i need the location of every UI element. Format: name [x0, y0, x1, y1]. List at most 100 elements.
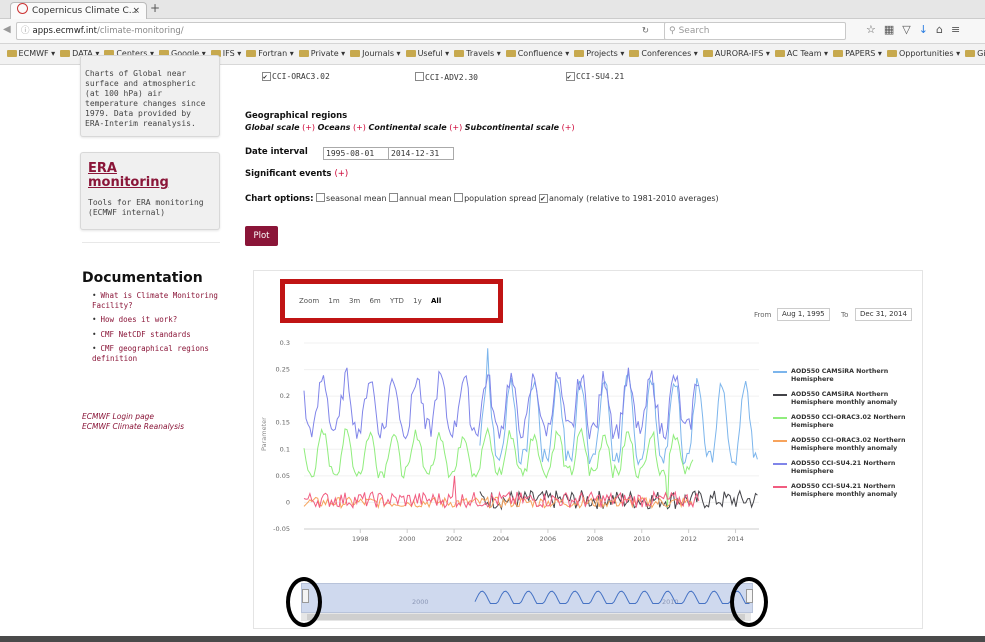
doc-link-regions-definition[interactable]: • CMF geographical regions definition [92, 344, 222, 363]
scrollbar-thumb[interactable] [307, 614, 745, 620]
bookmark-folder[interactable]: Git ▾ [965, 44, 985, 64]
era-monitoring-card[interactable]: ERA monitoring Tools for ERA monitoring … [80, 152, 220, 230]
doc-link-how-it-works[interactable]: • How does it work? [92, 315, 222, 325]
dataset-adv[interactable]: CCI-ADV2.30 [415, 72, 478, 82]
folder-icon [629, 50, 640, 57]
geo-continental-scale[interactable]: Continental scale [368, 123, 446, 132]
url-field[interactable]: ⓘ apps.ecmwf.int/climate-monitoring/ ↻ [16, 22, 678, 40]
legend-item[interactable]: AOD550 CCI-SU4.21 Northern Hemisphere mo… [773, 483, 914, 498]
era-title-line1[interactable]: ERA [88, 162, 117, 176]
legend-item[interactable]: AOD550 CCI-SU4.21 Northern Hemisphere [773, 460, 914, 475]
bookmark-icon[interactable]: ▦ [884, 23, 902, 36]
pocket-icon[interactable]: ▽ [902, 23, 918, 36]
bookmark-folder[interactable]: ECMWF ▾ [6, 44, 55, 64]
era-title-line2[interactable]: monitoring [88, 176, 169, 190]
x-tick-label: 2008 [587, 535, 604, 543]
bookmark-folder[interactable]: Conferences ▾ [629, 44, 698, 64]
x-tick-label: 1998 [352, 535, 369, 543]
significant-events-expand[interactable]: (+) [334, 169, 348, 179]
option-anomaly[interactable]: anomaly (relative to 1981-2010 averages) [539, 194, 719, 203]
legend-item[interactable]: AOD550 CAMSiRA Northern Hemisphere month… [773, 391, 914, 406]
date-to-input[interactable]: 2014-12-31 [388, 147, 454, 160]
back-icon[interactable]: ◀ [3, 24, 11, 35]
date-interval-label: Date interval [245, 147, 308, 157]
dataset-orac[interactable]: CCI-ORAC3.02 [262, 72, 330, 81]
reload-icon[interactable]: ↻ [642, 23, 649, 39]
temperature-card-text: Charts of Global near surface and atmosp… [85, 69, 206, 128]
site-favicon-icon [17, 3, 28, 14]
y-tick-label: 0.15 [276, 419, 290, 427]
geo-subcontinental-scale[interactable]: Subcontinental scale [465, 123, 559, 132]
doc-link-what-is-cmf[interactable]: • What is Climate Monitoring Facility? [92, 291, 222, 310]
chevron-down-icon: ▾ [617, 49, 625, 58]
search-icon: ⚲ [669, 26, 676, 36]
folder-icon [298, 50, 309, 57]
temperature-card[interactable]: Charts of Global near surface and atmosp… [80, 55, 220, 137]
folder-icon [60, 50, 71, 57]
bookmark-folder[interactable]: Confluence ▾ [505, 44, 570, 64]
chevron-down-icon: ▾ [562, 49, 570, 58]
geo-global-scale[interactable]: Global scale [245, 123, 300, 132]
geo-continental-expand[interactable]: (+) [449, 123, 462, 132]
ecmwf-reanalysis-link[interactable]: ECMWF Climate Reanalysis [82, 422, 184, 432]
legend-swatch [773, 463, 787, 465]
bookmark-folder[interactable]: AC Team ▾ [774, 44, 828, 64]
download-icon[interactable]: ↓ [919, 23, 936, 36]
bookmark-folder[interactable]: Opportunities ▾ [886, 44, 960, 64]
option-annual-mean[interactable]: annual mean [389, 193, 452, 203]
geo-subcontinental-expand[interactable]: (+) [562, 123, 575, 132]
bookmark-folder[interactable]: Useful ▾ [405, 44, 449, 64]
y-axis-label: Parameter [260, 417, 268, 451]
dataset-adv-checkbox[interactable] [415, 72, 424, 81]
dataset-su-checkbox[interactable] [566, 72, 575, 81]
doc-link-netcdf-standards[interactable]: • CMF NetCDF standards [92, 330, 222, 340]
folder-icon [965, 50, 976, 57]
geo-oceans[interactable]: Oceans [318, 123, 351, 132]
option-seasonal-mean[interactable]: seasonal mean [316, 193, 387, 203]
folder-icon [774, 50, 785, 57]
geo-regions-label: Geographical regions [245, 111, 348, 121]
url-path: /climate-monitoring/ [96, 26, 184, 36]
legend-item[interactable]: AOD550 CCI-ORAC3.02 Northern Hemisphere … [773, 437, 914, 452]
legend-item[interactable]: AOD550 CAMSiRA Northern Hemisphere [773, 368, 914, 383]
search-field[interactable]: ⚲ Search [664, 22, 846, 40]
navigator-line [474, 590, 750, 604]
ecmwf-login-link[interactable]: ECMWF Login page [82, 412, 154, 422]
dataset-su[interactable]: CCI-SU4.21 [566, 72, 624, 81]
left-handle-annotation-circle [286, 577, 322, 627]
legend-label: AOD550 CAMSiRA Northern Hemisphere [791, 368, 889, 383]
menu-icon[interactable]: ≡ [951, 23, 968, 36]
dataset-orac-checkbox[interactable] [262, 72, 271, 81]
chevron-down-icon: ▾ [691, 49, 698, 58]
bookmark-folder[interactable]: Projects ▾ [574, 44, 624, 64]
bookmark-folder[interactable]: Travels ▾ [454, 44, 501, 64]
legend-swatch [773, 440, 787, 442]
tab-close-icon[interactable]: × [132, 3, 140, 19]
y-tick-label: 0.1 [280, 445, 290, 453]
geo-global-expand[interactable]: (+) [302, 123, 315, 132]
folder-icon [350, 50, 361, 57]
chevron-down-icon: ▾ [494, 49, 501, 58]
url-domain: apps.ecmwf.int [32, 26, 97, 36]
geo-oceans-expand[interactable]: (+) [353, 123, 366, 132]
navigation-bar: ◀ ⓘ apps.ecmwf.int/climate-monitoring/ ↻ … [0, 19, 985, 44]
legend-item[interactable]: AOD550 CCI-ORAC3.02 Northern Hemisphere [773, 414, 914, 429]
bookmark-folder[interactable]: Fortran ▾ [246, 44, 294, 64]
browser-tab[interactable]: Copernicus Climate C... × [10, 2, 147, 19]
bookmark-folder[interactable]: PAPERS ▾ [833, 44, 882, 64]
bookmark-folder[interactable]: Private ▾ [298, 44, 345, 64]
home-icon[interactable]: ⌂ [936, 23, 951, 36]
y-tick-label: 0.3 [280, 339, 290, 347]
folder-icon [574, 50, 585, 57]
new-tab-button[interactable]: + [150, 1, 160, 15]
date-from-input[interactable]: 1995-08-01 [323, 147, 389, 160]
folder-icon [833, 50, 844, 57]
star-icon[interactable]: ☆ [866, 23, 884, 36]
navigator-scrollbar[interactable] [301, 613, 751, 621]
info-icon[interactable]: ⓘ [21, 26, 30, 36]
toolbar-icons: ☆▦▽↓⌂≡ [866, 23, 968, 36]
option-population-spread[interactable]: population spread [454, 193, 536, 203]
bookmark-folder[interactable]: Journals ▾ [350, 44, 401, 64]
plot-button[interactable]: Plot [245, 226, 278, 246]
bookmark-folder[interactable]: AURORA-IFS ▾ [702, 44, 770, 64]
